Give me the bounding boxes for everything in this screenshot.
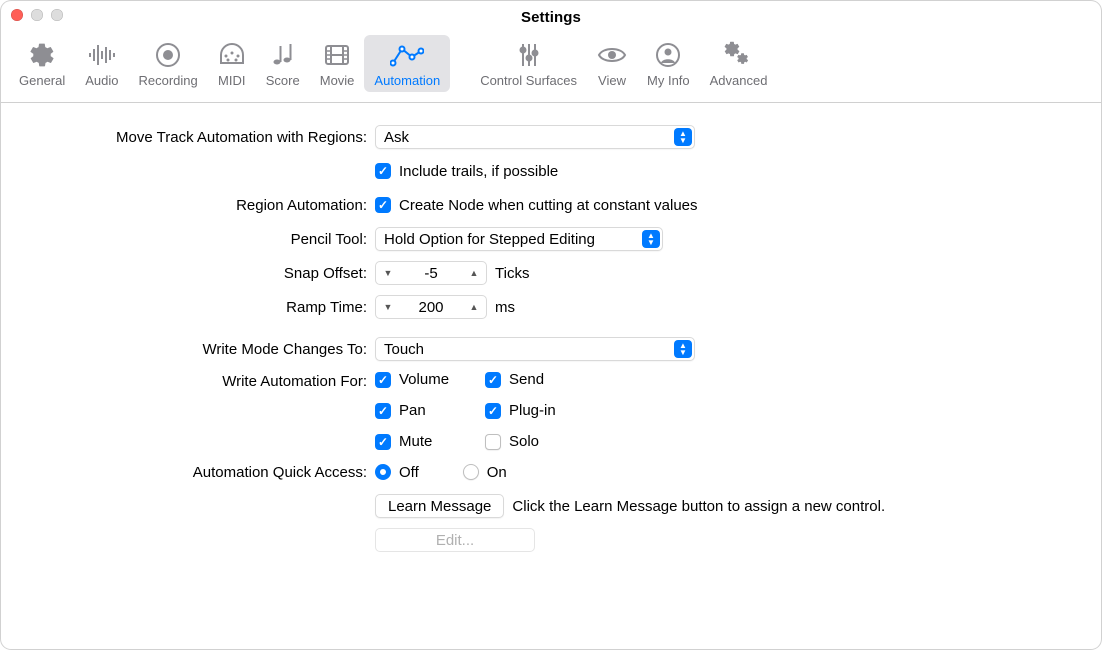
snap-offset-unit: Ticks <box>495 265 529 282</box>
window-controls <box>11 9 63 21</box>
send-checkbox[interactable] <box>485 372 501 388</box>
gear-icon <box>28 39 56 71</box>
quick-access-off-radio[interactable] <box>375 464 391 480</box>
quick-access-on-radio[interactable] <box>463 464 479 480</box>
automation-settings-form: Move Track Automation with Regions: Ask … <box>1 103 1101 582</box>
film-icon <box>323 39 351 71</box>
tab-label: Control Surfaces <box>480 73 577 88</box>
automation-nodes-icon <box>390 39 424 71</box>
music-notes-icon <box>269 39 297 71</box>
move-track-automation-popup[interactable]: Ask <box>375 125 695 149</box>
ramp-time-label: Ramp Time: <box>31 299 375 316</box>
titlebar: Settings <box>1 1 1101 29</box>
stepper-value: 200 <box>400 299 462 316</box>
include-trails-label: Include trails, if possible <box>399 163 558 180</box>
gears-icon <box>724 39 754 71</box>
updown-arrows-icon <box>674 128 692 146</box>
tab-general[interactable]: General <box>9 35 75 92</box>
settings-toolbar: General Audio Recording MIDI Score <box>1 29 1101 103</box>
tab-movie[interactable]: Movie <box>310 35 365 92</box>
popup-value: Hold Option for Stepped Editing <box>384 231 595 248</box>
waveform-icon <box>87 39 117 71</box>
tab-label: Automation <box>374 73 440 88</box>
tab-automation[interactable]: Automation <box>364 35 450 92</box>
tab-view[interactable]: View <box>587 35 637 92</box>
stepper-up-button[interactable]: ▲ <box>462 302 486 312</box>
updown-arrows-icon <box>674 340 692 358</box>
person-circle-icon <box>654 39 682 71</box>
tab-label: General <box>19 73 65 88</box>
tab-audio[interactable]: Audio <box>75 35 128 92</box>
snap-offset-label: Snap Offset: <box>31 265 375 282</box>
plugin-checkbox[interactable] <box>485 403 501 419</box>
solo-label: Solo <box>509 433 539 450</box>
mute-label: Mute <box>399 433 432 450</box>
ramp-time-stepper[interactable]: ▼ 200 ▲ <box>375 295 487 319</box>
popup-value: Touch <box>384 341 424 358</box>
stepper-up-button[interactable]: ▲ <box>462 268 486 278</box>
window-title: Settings <box>1 4 1101 26</box>
button-label: Edit... <box>436 532 474 549</box>
ramp-time-unit: ms <box>495 299 515 316</box>
mute-checkbox[interactable] <box>375 434 391 450</box>
tab-label: View <box>598 73 626 88</box>
send-label: Send <box>509 371 544 388</box>
minimize-window-button[interactable] <box>31 9 43 21</box>
tab-control-surfaces[interactable]: Control Surfaces <box>470 35 587 92</box>
settings-window: Settings General Audio Recording MIDI <box>1 1 1101 649</box>
pencil-tool-label: Pencil Tool: <box>31 231 375 248</box>
tab-label: Score <box>266 73 300 88</box>
tab-label: Movie <box>320 73 355 88</box>
region-automation-label: Region Automation: <box>31 197 375 214</box>
create-node-label: Create Node when cutting at constant val… <box>399 197 698 214</box>
tab-score[interactable]: Score <box>256 35 310 92</box>
learn-message-button[interactable]: Learn Message <box>375 494 504 518</box>
eye-icon <box>597 39 627 71</box>
tab-label: My Info <box>647 73 690 88</box>
pencil-tool-popup[interactable]: Hold Option for Stepped Editing <box>375 227 663 251</box>
record-icon <box>154 39 182 71</box>
tab-label: Audio <box>85 73 118 88</box>
updown-arrows-icon <box>642 230 660 248</box>
edit-button[interactable]: Edit... <box>375 528 535 552</box>
write-mode-label: Write Mode Changes To: <box>31 341 375 358</box>
tab-advanced[interactable]: Advanced <box>700 35 778 92</box>
plugin-label: Plug-in <box>509 402 556 419</box>
tab-label: MIDI <box>218 73 245 88</box>
tab-recording[interactable]: Recording <box>129 35 208 92</box>
sliders-icon <box>515 39 543 71</box>
popup-value: Ask <box>384 129 409 146</box>
midi-port-icon <box>218 39 246 71</box>
tab-midi[interactable]: MIDI <box>208 35 256 92</box>
pan-checkbox[interactable] <box>375 403 391 419</box>
include-trails-checkbox[interactable] <box>375 163 391 179</box>
pan-label: Pan <box>399 402 426 419</box>
quick-access-label: Automation Quick Access: <box>31 464 375 481</box>
create-node-checkbox[interactable] <box>375 197 391 213</box>
tab-label: Recording <box>139 73 198 88</box>
zoom-window-button[interactable] <box>51 9 63 21</box>
button-label: Learn Message <box>388 498 491 515</box>
stepper-down-button[interactable]: ▼ <box>376 302 400 312</box>
write-automation-for-grid: Volume Send Pan Plug-in <box>375 371 595 450</box>
stepper-down-button[interactable]: ▼ <box>376 268 400 278</box>
snap-offset-stepper[interactable]: ▼ -5 ▲ <box>375 261 487 285</box>
write-mode-popup[interactable]: Touch <box>375 337 695 361</box>
tab-my-info[interactable]: My Info <box>637 35 700 92</box>
move-track-automation-label: Move Track Automation with Regions: <box>31 129 375 146</box>
learn-message-hint: Click the Learn Message button to assign… <box>512 498 885 515</box>
write-automation-for-label: Write Automation For: <box>31 371 375 390</box>
quick-access-off-label: Off <box>399 464 419 481</box>
solo-checkbox[interactable] <box>485 434 501 450</box>
volume-checkbox[interactable] <box>375 372 391 388</box>
tab-label: Advanced <box>710 73 768 88</box>
volume-label: Volume <box>399 371 449 388</box>
close-window-button[interactable] <box>11 9 23 21</box>
quick-access-on-label: On <box>487 464 507 481</box>
stepper-value: -5 <box>400 265 462 282</box>
